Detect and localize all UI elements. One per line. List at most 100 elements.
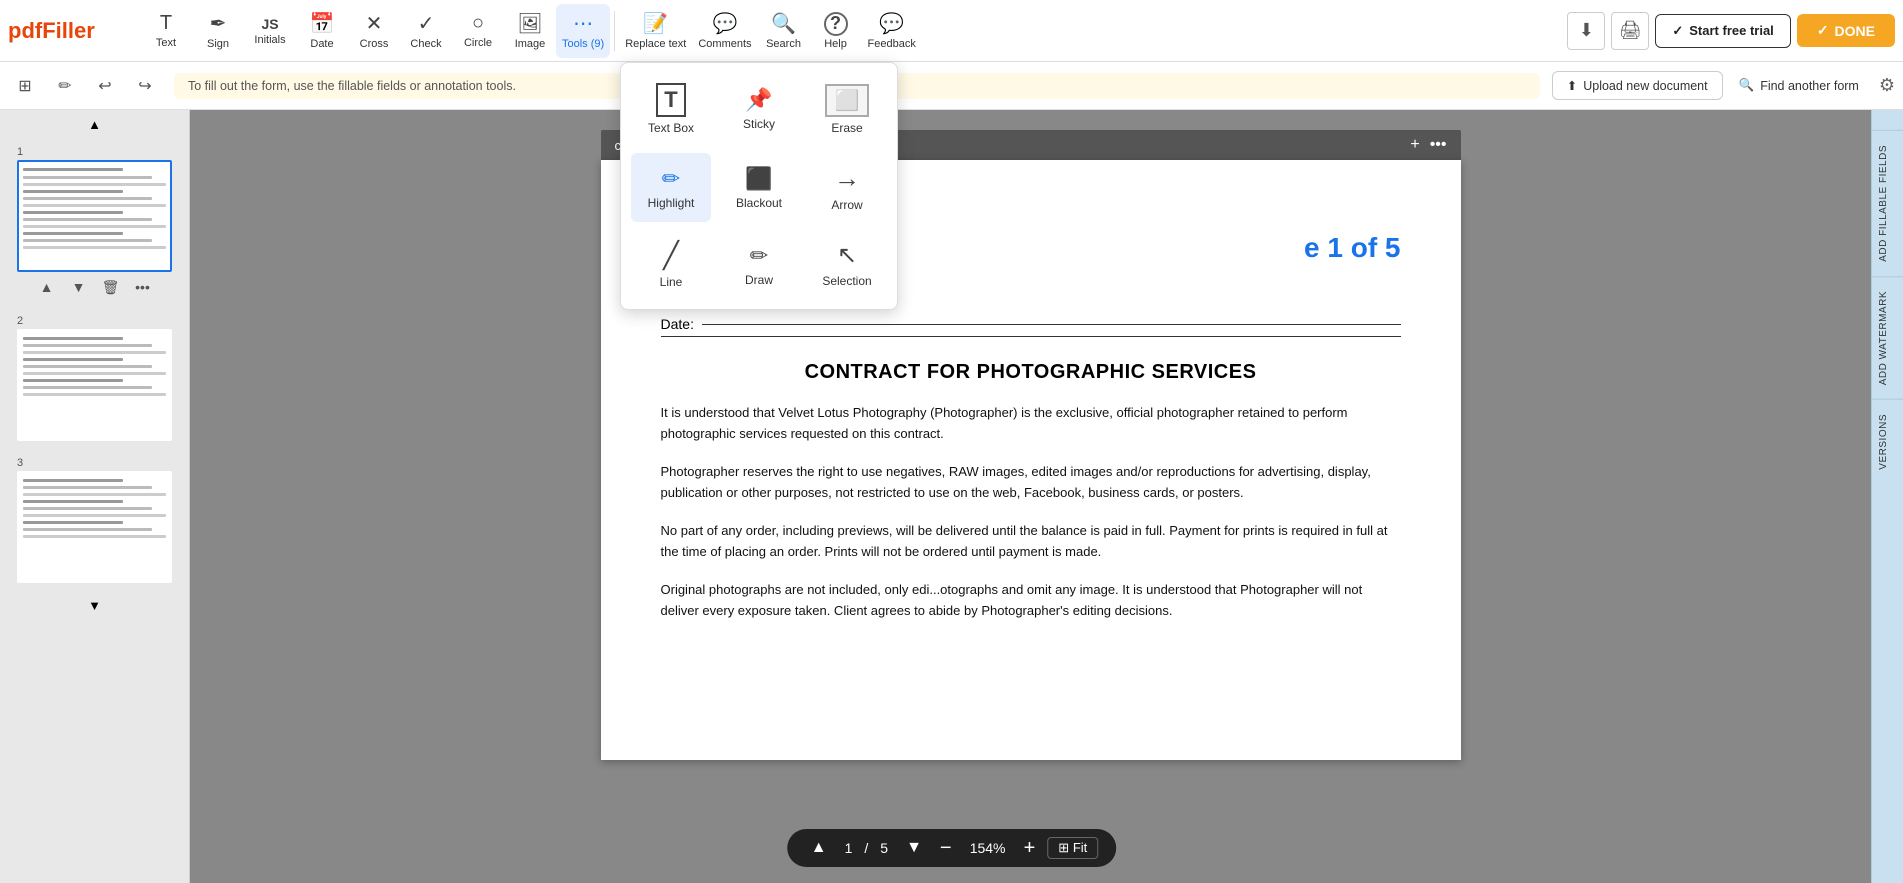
arrow-label: Arrow	[831, 198, 862, 212]
page-thumb-2[interactable]: 2	[17, 315, 172, 441]
replace-text-label: Replace text	[625, 38, 686, 50]
date-underline	[702, 324, 1401, 325]
doc-header-actions: + •••	[1410, 136, 1446, 154]
page-separator: /	[864, 840, 868, 856]
fit-button[interactable]: ⊞ Fit	[1047, 837, 1098, 859]
redo-button[interactable]: ↪	[128, 69, 162, 103]
dropdown-highlight[interactable]: ✏ Highlight	[631, 153, 711, 222]
right-tab-fillable[interactable]: ADD FILLABLE FIELDS	[1872, 130, 1903, 276]
blackout-label: Blackout	[736, 196, 782, 210]
highlight-label: Highlight	[648, 196, 695, 210]
initials-icon: JS	[261, 16, 278, 32]
tool-cross[interactable]: ✕ Cross	[348, 4, 400, 58]
fit-label: Fit	[1073, 840, 1087, 855]
search-icon: 🔍	[771, 11, 796, 36]
right-tab-versions[interactable]: VERSIONS	[1872, 399, 1903, 484]
edit-page-button[interactable]: ✏	[48, 69, 82, 103]
find-form-label: Find another form	[1760, 79, 1859, 93]
tool-initials-label: Initials	[254, 34, 285, 46]
thumb-down-button[interactable]: ▼	[67, 275, 91, 299]
tool-check[interactable]: ✓ Check	[400, 4, 452, 58]
undo-button[interactable]: ↩	[88, 69, 122, 103]
page-view-button[interactable]: ⊞	[8, 69, 42, 103]
thumb-delete-button[interactable]: 🗑	[99, 275, 123, 299]
tool-sign-label: Sign	[207, 38, 229, 50]
second-toolbar: ⊞ ✏ ↩ ↪ To fill out the form, use the fi…	[0, 62, 1903, 110]
page-thumb-img-3	[17, 471, 172, 583]
tool-initials[interactable]: JS Initials	[244, 4, 296, 58]
dropdown-selection[interactable]: ↖ Selection	[807, 230, 887, 299]
dropdown-line[interactable]: ╱ Line	[631, 230, 711, 299]
print-button[interactable]: 🖨	[1611, 12, 1649, 50]
upload-label: Upload new document	[1583, 79, 1707, 93]
page-up-button[interactable]: ▲	[805, 837, 833, 859]
dropdown-sticky[interactable]: 📌 Sticky	[719, 73, 799, 145]
tool-text[interactable]: T Text	[140, 4, 192, 58]
date-line: Date:	[661, 316, 1401, 337]
tool-image[interactable]: 🖼 Image	[504, 4, 556, 58]
para-2: Photographer reserves the right to use n…	[661, 461, 1401, 504]
search-form-icon: 🔍	[1739, 78, 1755, 93]
more-options-button[interactable]: •••	[1430, 136, 1447, 154]
page-number-2: 2	[17, 315, 172, 327]
tool-comments[interactable]: 💬 Comments	[692, 4, 757, 58]
thumb-up-button[interactable]: ▲	[35, 275, 59, 299]
add-page-button[interactable]: +	[1410, 136, 1419, 154]
trial-button[interactable]: ✓ Start free trial	[1655, 14, 1790, 48]
upload-document-button[interactable]: ⬆ Upload new document	[1552, 71, 1723, 100]
para-3: No part of any order, including previews…	[661, 520, 1401, 563]
sign-icon: ✒	[210, 11, 227, 36]
zoom-out-button[interactable]: −	[940, 838, 952, 858]
scroll-down-button[interactable]: ▼	[0, 591, 189, 619]
done-check-icon: ✓	[1817, 22, 1829, 39]
upload-icon: ⬆	[1567, 78, 1577, 93]
dropdown-draw[interactable]: ✏ Draw	[719, 230, 799, 299]
page-thumb-1[interactable]: 1 ▲ ▼ 🗑 •••	[17, 146, 172, 299]
line-label: Line	[660, 275, 683, 289]
dropdown-erase[interactable]: ⬜ Erase	[807, 73, 887, 145]
tool-replace-text[interactable]: 📝 Replace text	[619, 4, 692, 58]
date-line-content: Date:	[661, 316, 1401, 332]
app-logo[interactable]: pdfFiller	[8, 18, 128, 44]
replace-text-icon: 📝	[643, 11, 668, 36]
thumb-1-actions: ▲ ▼ 🗑 •••	[17, 275, 172, 299]
tool-text-label: Text	[156, 37, 176, 49]
dropdown-blackout[interactable]: ⬛ Blackout	[719, 153, 799, 222]
tools-icon: ⋯	[573, 11, 593, 36]
tool-feedback[interactable]: 💬 Feedback	[862, 4, 922, 58]
tool-cross-label: Cross	[360, 38, 389, 50]
bottom-bar: ▲ 1 / 5 ▼ − 154% + ⊞ Fit	[787, 829, 1117, 867]
tool-circle[interactable]: ○ Circle	[452, 4, 504, 58]
content-area: contract.pdf + ••• UPDF WWW.UPDF.COM e 1…	[190, 110, 1871, 883]
erase-icon: ⬜	[825, 84, 870, 117]
zoom-level: 154%	[964, 840, 1012, 856]
undo-icon: ↩	[98, 76, 111, 96]
tool-search[interactable]: 🔍 Search	[758, 4, 810, 58]
download-button[interactable]: ⬇	[1567, 12, 1605, 50]
line-icon: ╱	[663, 240, 679, 271]
tool-tools[interactable]: ⋯ Tools (9)	[556, 4, 610, 58]
done-button[interactable]: ✓ DONE	[1797, 14, 1895, 47]
total-pages: 5	[880, 840, 888, 856]
page-number-1: 1	[17, 146, 172, 158]
zoom-in-button[interactable]: +	[1024, 838, 1036, 858]
right-action-tools: ⬇ 🖨 ✓ Start free trial ✓ DONE	[1567, 12, 1895, 50]
page-thumb-3[interactable]: 3	[17, 457, 172, 583]
scroll-up-button[interactable]: ▲	[0, 110, 189, 138]
tool-help[interactable]: ? Help	[810, 4, 862, 58]
right-tab-watermark[interactable]: ADD WATERMARK	[1872, 276, 1903, 399]
page-down-button[interactable]: ▼	[900, 837, 928, 859]
tool-sign[interactable]: ✒ Sign	[192, 4, 244, 58]
thumb-more-button[interactable]: •••	[131, 275, 155, 299]
highlight-icon: ✏	[662, 166, 680, 192]
erase-label: Erase	[831, 121, 862, 135]
tool-circle-label: Circle	[464, 37, 492, 49]
tool-date[interactable]: 📅 Date	[296, 4, 348, 58]
feedback-icon: 💬	[879, 11, 904, 36]
blackout-icon: ⬛	[745, 166, 772, 192]
settings-button[interactable]: ⚙	[1879, 75, 1895, 96]
arrow-icon: →	[834, 163, 860, 194]
find-form-button[interactable]: 🔍 Find another form	[1729, 72, 1869, 99]
dropdown-text-box[interactable]: T Text Box	[631, 73, 711, 145]
dropdown-arrow[interactable]: → Arrow	[807, 153, 887, 222]
